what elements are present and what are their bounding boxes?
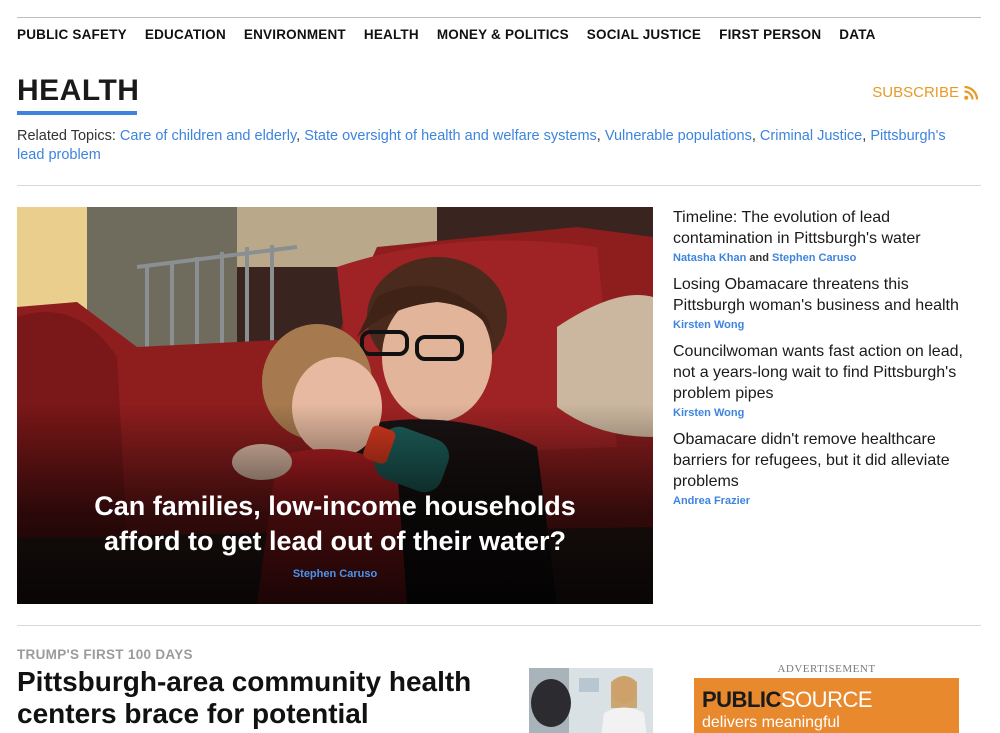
bottom-story-thumbnail[interactable] <box>529 668 653 733</box>
author-link[interactable]: Kirsten Wong <box>673 319 744 331</box>
main-nav: PUBLIC SAFETY EDUCATION ENVIRONMENT HEAL… <box>17 27 894 42</box>
divider <box>17 185 981 186</box>
author-link[interactable]: Kirsten Wong <box>673 407 744 419</box>
side-story-byline: Kirsten Wong <box>673 407 981 419</box>
nav-health[interactable]: HEALTH <box>364 27 419 42</box>
side-story-byline: Andrea Frazier <box>673 495 981 507</box>
side-story: Obamacare didn't remove healthcare barri… <box>673 429 981 507</box>
ad-tagline: delivers meaningful <box>702 714 840 731</box>
rss-icon <box>964 85 978 100</box>
advertisement-label: ADVERTISEMENT <box>777 663 876 675</box>
topic-link[interactable]: Criminal Justice <box>760 128 862 144</box>
side-story: Timeline: The evolution of lead contamin… <box>673 207 981 264</box>
author-link[interactable]: Stephen Caruso <box>772 252 856 264</box>
side-story-byline: Natasha Khan and Stephen Caruso <box>673 252 981 264</box>
related-topics-label: Related Topics: <box>17 128 116 144</box>
bottom-story-headline[interactable]: Pittsburgh-area community health centers… <box>17 666 517 730</box>
hero-headline: Can families, low-income households affo… <box>17 489 653 559</box>
nav-public-safety[interactable]: PUBLIC SAFETY <box>17 27 127 42</box>
ad-brand-part: SOURCE <box>780 687 873 712</box>
top-rule <box>17 17 981 18</box>
subscribe-label: SUBSCRIBE <box>872 84 959 101</box>
topic-link[interactable]: Care of children and elderly <box>120 128 296 144</box>
topic-link[interactable]: State oversight of health and welfare sy… <box>304 128 597 144</box>
divider <box>17 625 981 626</box>
hero-story[interactable]: Can families, low-income households affo… <box>17 207 653 604</box>
page-title: HEALTH <box>17 74 140 107</box>
hero-headline-line: Can families, low-income households <box>94 491 576 521</box>
nav-money-politics[interactable]: MONEY & POLITICS <box>437 27 569 42</box>
side-story-title[interactable]: Councilwoman wants fast action on lead, … <box>673 343 963 402</box>
ad-brand-logo: PUBLICSOURCE <box>702 687 873 713</box>
thumbnail-photo <box>529 668 653 733</box>
related-topics: Related Topics: Care of children and eld… <box>17 128 946 163</box>
title-underline <box>17 111 137 115</box>
side-stories: Timeline: The evolution of lead contamin… <box>673 207 981 517</box>
hero-headline-line: afford to get lead out of their water? <box>103 526 566 556</box>
side-story: Councilwoman wants fast action on lead, … <box>673 341 981 419</box>
nav-social-justice[interactable]: SOCIAL JUSTICE <box>587 27 701 42</box>
hero-byline[interactable]: Stephen Caruso <box>17 568 653 580</box>
author-joiner: and <box>749 252 769 264</box>
side-story-title[interactable]: Timeline: The evolution of lead contamin… <box>673 209 921 247</box>
nav-environment[interactable]: ENVIRONMENT <box>244 27 346 42</box>
side-story-title[interactable]: Obamacare didn't remove healthcare barri… <box>673 431 950 490</box>
nav-education[interactable]: EDUCATION <box>145 27 226 42</box>
ad-brand-part: PUBLIC <box>702 687 781 712</box>
topic-link[interactable]: Vulnerable populations <box>605 128 752 144</box>
story-kicker[interactable]: TRUMP'S FIRST 100 DAYS <box>17 647 193 662</box>
advertisement-banner[interactable]: PUBLICSOURCE delivers meaningful <box>694 678 959 733</box>
nav-data[interactable]: DATA <box>839 27 875 42</box>
author-link[interactable]: Andrea Frazier <box>673 495 750 507</box>
author-link[interactable]: Natasha Khan <box>673 252 746 264</box>
side-story-byline: Kirsten Wong <box>673 319 981 331</box>
subscribe-link[interactable]: SUBSCRIBE <box>872 84 978 101</box>
side-story: Losing Obamacare threatens this Pittsbur… <box>673 274 981 331</box>
nav-first-person[interactable]: FIRST PERSON <box>719 27 821 42</box>
side-story-title[interactable]: Losing Obamacare threatens this Pittsbur… <box>673 276 959 314</box>
